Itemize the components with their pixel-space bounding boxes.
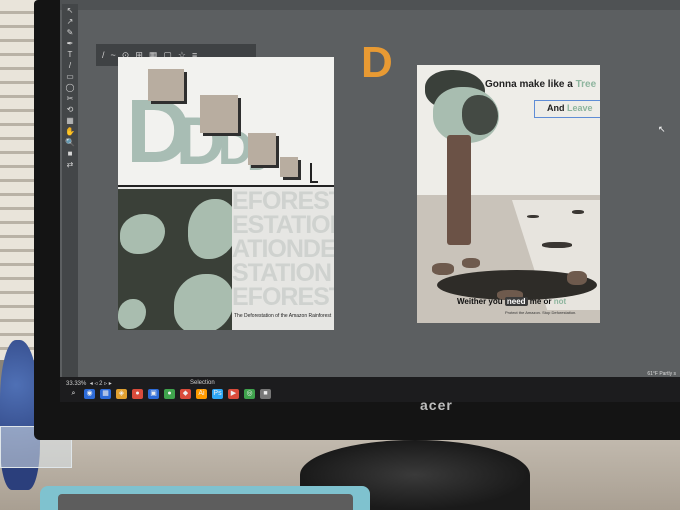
- deforestation-line-5: EFOREST: [232, 283, 334, 311]
- artboard-deforestation[interactable]: D D D D EFOREST ESTATION ATIONDE STATION…: [118, 57, 334, 330]
- tool-icon[interactable]: /: [65, 61, 75, 70]
- poster2-not-highlight: not: [553, 297, 567, 306]
- small-hole: [542, 242, 572, 248]
- taskbar-app-icon[interactable]: ⌕: [68, 389, 79, 399]
- tool-icon[interactable]: ⇄: [65, 160, 75, 169]
- poster2-title-highlight: Tree: [575, 79, 597, 90]
- tool-mode-status: Selection: [190, 380, 215, 386]
- poster1-leaf-panel: [118, 189, 238, 330]
- poster2-caption: Protect the Amazon. Stop Deforestation.: [505, 310, 577, 315]
- poster2-need-pill: need: [504, 297, 528, 306]
- poster1-top: D D D D: [118, 57, 334, 185]
- tool-icon[interactable]: ✎: [65, 28, 75, 37]
- taskbar-app-icon[interactable]: ◈: [116, 389, 127, 399]
- tree-trunk: [447, 135, 471, 245]
- mouse-cursor-icon: ↖: [658, 124, 666, 134]
- artboard-letter-d: D: [361, 38, 393, 87]
- tool-icon[interactable]: ✋: [65, 127, 75, 136]
- taskbar-app-icon[interactable]: ■: [260, 389, 271, 399]
- monstera-leaf: [188, 199, 238, 259]
- monstera-leaf: [118, 299, 146, 329]
- deforestation-line-4: STATION: [232, 259, 332, 287]
- tool-icon[interactable]: ✂: [65, 94, 75, 103]
- tool-icon[interactable]: ▭: [65, 72, 75, 81]
- poster2-title: Gonna make like a Tree: [485, 79, 597, 90]
- seedling-icon: [310, 163, 318, 183]
- monstera-leaf: [174, 274, 234, 330]
- deforestation-line-1: EFOREST: [232, 189, 334, 215]
- artboard-tree-poster[interactable]: Gonna make like a Tree And Leave Weither…: [417, 65, 600, 323]
- taskbar-app-icon[interactable]: ◉: [84, 389, 95, 399]
- tool-icon[interactable]: ◯: [65, 83, 75, 92]
- tool-icon[interactable]: ✒: [65, 39, 75, 48]
- control-panel-icon[interactable]: ~: [111, 50, 116, 60]
- poster1-divider: [118, 185, 334, 187]
- monstera-leaf: [120, 214, 165, 254]
- tool-icon[interactable]: T: [65, 50, 75, 59]
- tablet-screen: [58, 494, 353, 510]
- rock: [462, 258, 480, 268]
- poster1-caption: The Deforestation of the Amazon Rainfore…: [234, 313, 332, 319]
- taskbar-app-icon[interactable]: Ps: [212, 389, 223, 399]
- menu-bar: [60, 0, 680, 10]
- taskbar-app-icon[interactable]: ▶: [228, 389, 239, 399]
- poster2-bottom-text: Weither you need me or not: [457, 297, 567, 306]
- text-box-1: [148, 69, 184, 101]
- taskbar-app-icon[interactable]: ◎: [244, 389, 255, 399]
- rock: [567, 271, 587, 285]
- text-box-4: [280, 157, 298, 177]
- small-hole: [572, 210, 584, 214]
- text-box-2: [200, 95, 238, 133]
- tool-icon[interactable]: ↗: [65, 17, 75, 26]
- screen: ↖↗✎✒T/▭◯✂⟲▦✋🔍■⇄ /~⊙⊞▦▢☆≡ D D D D D EFORE…: [60, 0, 680, 402]
- tool-icon[interactable]: ■: [65, 149, 75, 158]
- tree-crown-shadow: [462, 95, 498, 135]
- deforestation-line-2: ESTATION: [232, 211, 334, 239]
- control-panel-icon[interactable]: /: [102, 50, 105, 60]
- taskbar-app-icon[interactable]: ●: [132, 389, 143, 399]
- taskbar-app-icon[interactable]: ●: [164, 389, 175, 399]
- tool-icon[interactable]: ⟲: [65, 105, 75, 114]
- zoom-status[interactable]: 33.33% ◂ ◃ 2 ▹ ▸: [66, 380, 112, 387]
- text-box-3: [248, 133, 276, 165]
- taskbar-app-icon[interactable]: Ai: [196, 389, 207, 399]
- zoom-level[interactable]: 33.33%: [66, 381, 86, 387]
- deforestation-line-3: ATIONDE: [232, 235, 334, 263]
- tool-icon[interactable]: ▦: [65, 116, 75, 125]
- taskbar-app-icon[interactable]: ◆: [180, 389, 191, 399]
- taskbar-app-icon[interactable]: ▦: [100, 389, 111, 399]
- tool-icon[interactable]: ↖: [65, 6, 75, 15]
- weather-tray[interactable]: 61°F Partly s: [647, 371, 676, 377]
- poster1-text-panel: EFOREST ESTATION ATIONDE STATION EFOREST: [232, 189, 334, 330]
- selection-box[interactable]: [534, 100, 600, 118]
- page-number[interactable]: 2: [99, 381, 102, 387]
- tool-icon[interactable]: 🔍: [65, 138, 75, 147]
- small-hole: [527, 215, 539, 218]
- tools-panel: ↖ ↗ ✎ ✒ T / ▭ ◯ ✂ ⟲ ▦ ✋ 🔍 ■ ⇄: [62, 4, 78, 384]
- rock: [432, 263, 454, 275]
- taskbar-app-icon[interactable]: ▣: [148, 389, 159, 399]
- taskbar-icons: ⌕ ◉ ▦ ◈ ● ▣ ● ◆ Ai Ps ▶ ◎ ■: [68, 389, 271, 399]
